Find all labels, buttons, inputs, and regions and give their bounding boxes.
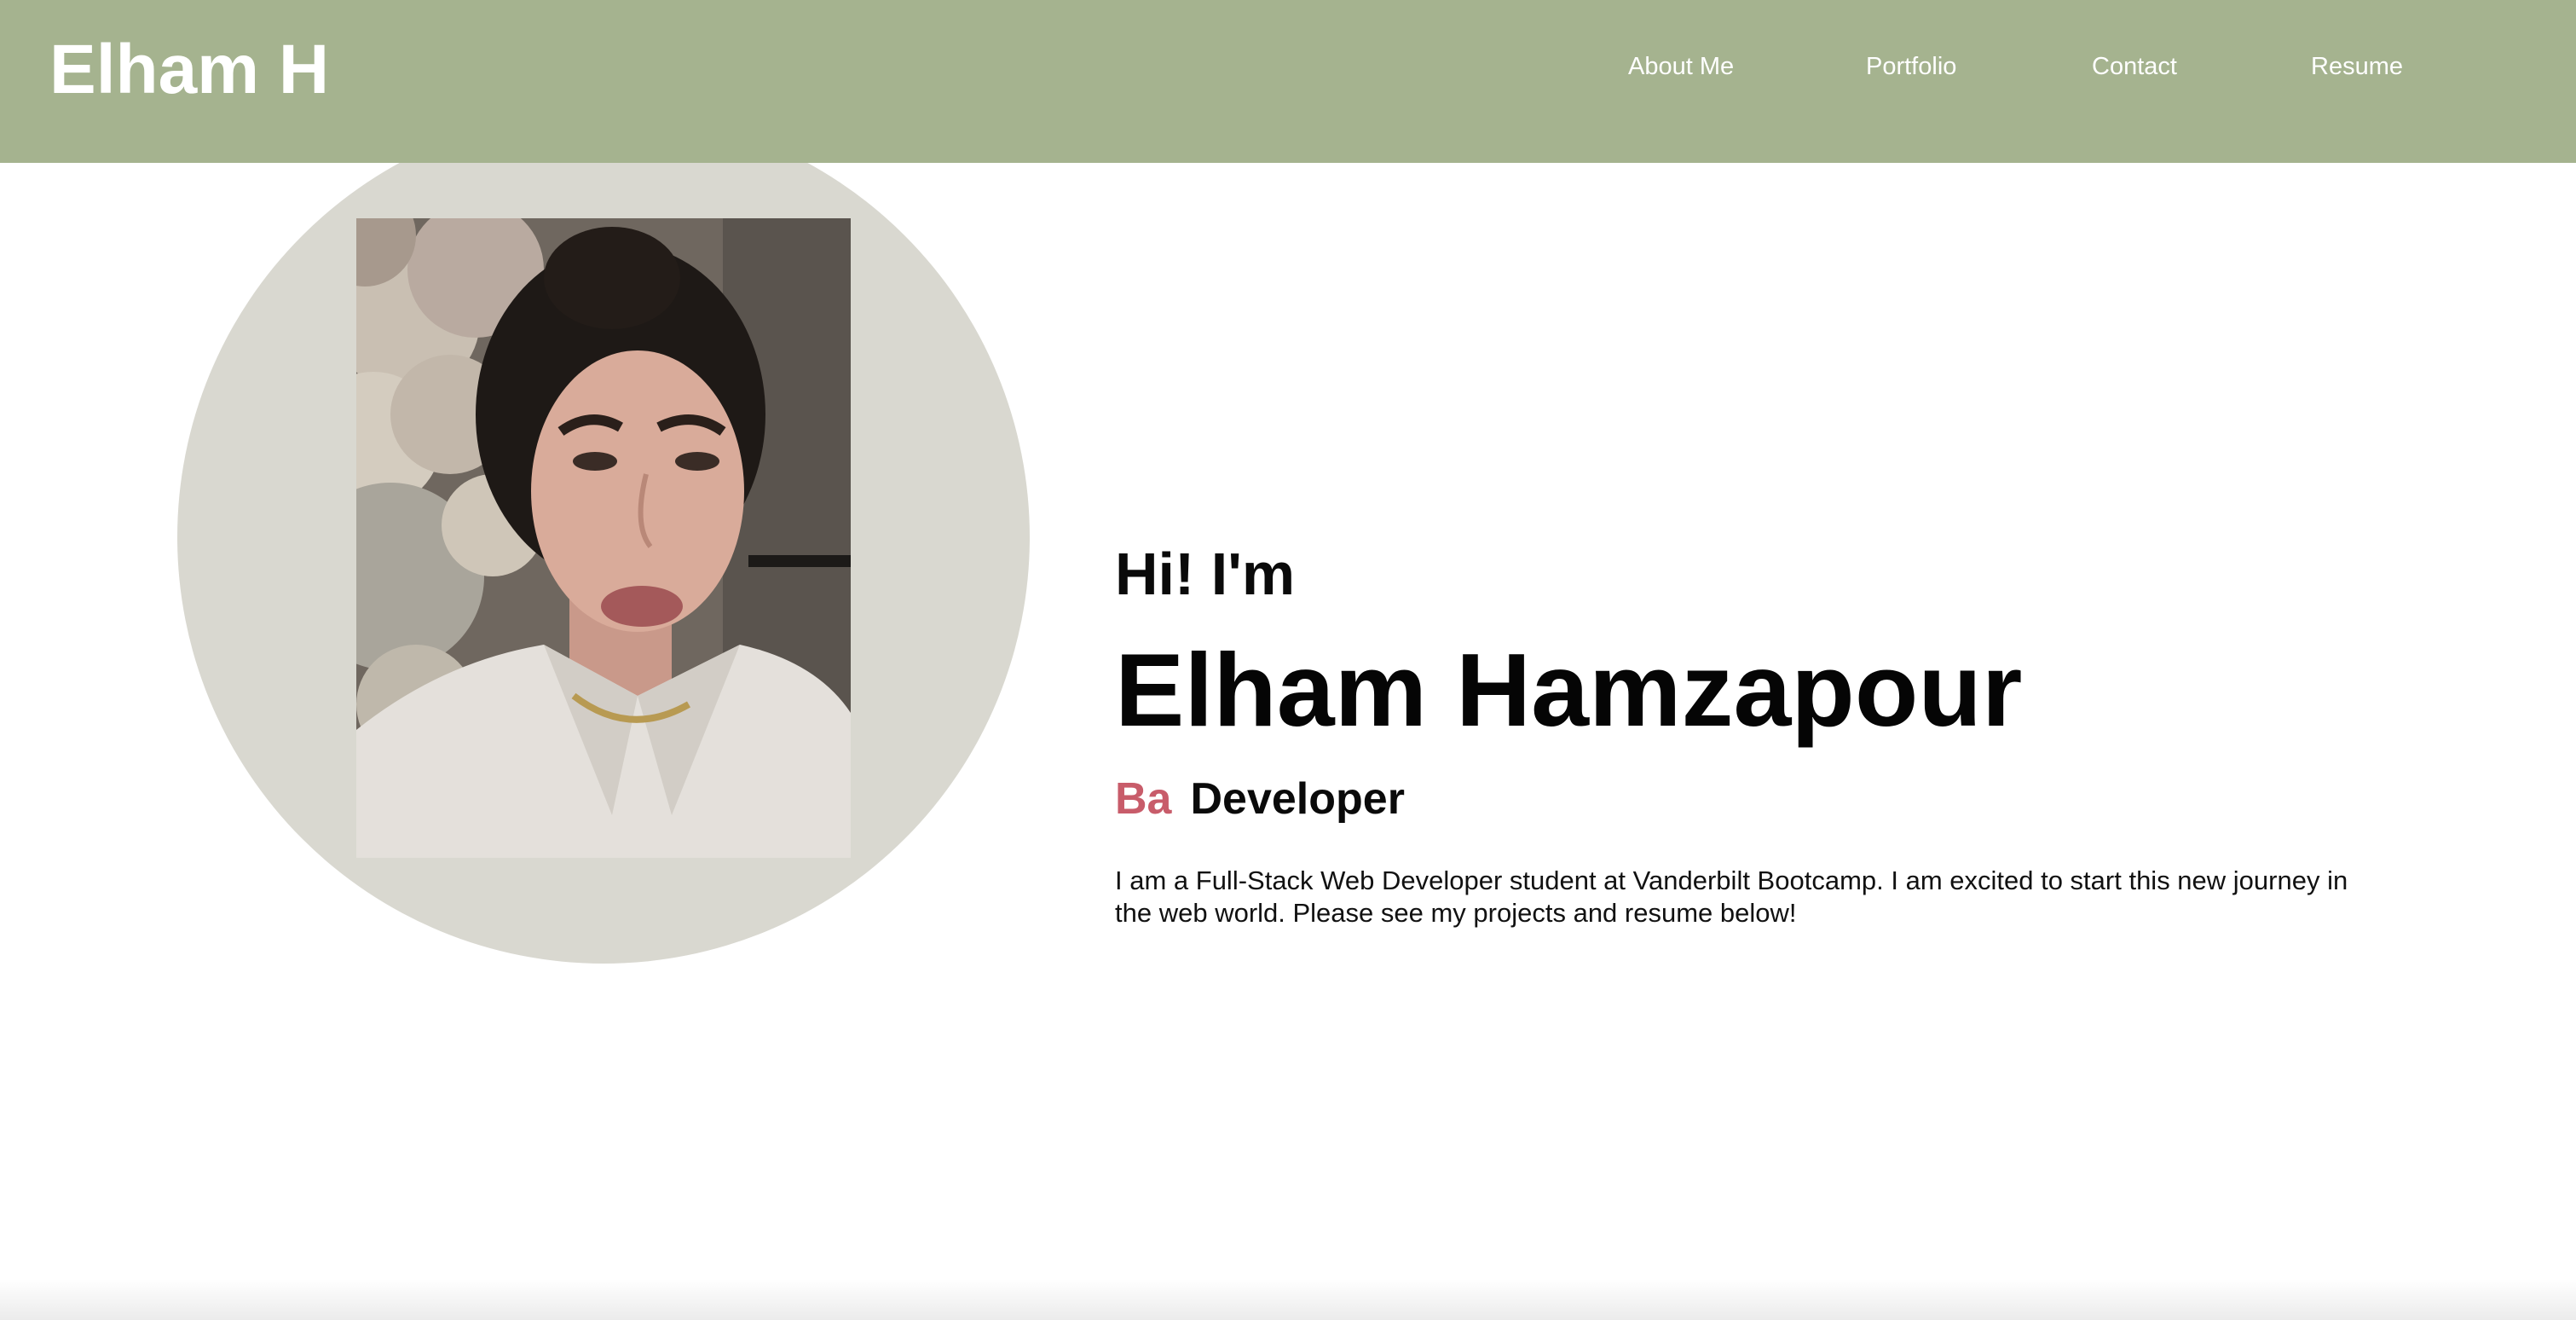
greeting-heading: Hi! I'm [1115, 541, 1296, 607]
site-header: Elham H About Me Portfolio Contact Resum… [0, 0, 2576, 163]
hero-section: Hi! I'm Elham Hamzapour Ba Developer I am… [1115, 537, 2377, 929]
profile-photo [356, 218, 851, 858]
page: Elham H About Me Portfolio Contact Resum… [0, 0, 2576, 1320]
typed-role-text: Ba [1115, 774, 1172, 824]
role-line: Ba Developer [1115, 773, 2377, 825]
nav-about-me[interactable]: About Me [1628, 49, 1734, 84]
role-suffix: Developer [1190, 774, 1405, 824]
bio-paragraph: I am a Full-Stack Web Developer student … [1115, 866, 2348, 928]
nav-portfolio[interactable]: Portfolio [1866, 49, 1956, 84]
brand-logo[interactable]: Elham H [49, 26, 329, 114]
nav-contact[interactable]: Contact [2092, 49, 2177, 84]
profile-photo-illustration [356, 218, 851, 858]
nav-resume[interactable]: Resume [2311, 49, 2403, 84]
section-divider-shadow [0, 1279, 2576, 1320]
full-name-heading: Elham Hamzapour [1115, 632, 2023, 748]
